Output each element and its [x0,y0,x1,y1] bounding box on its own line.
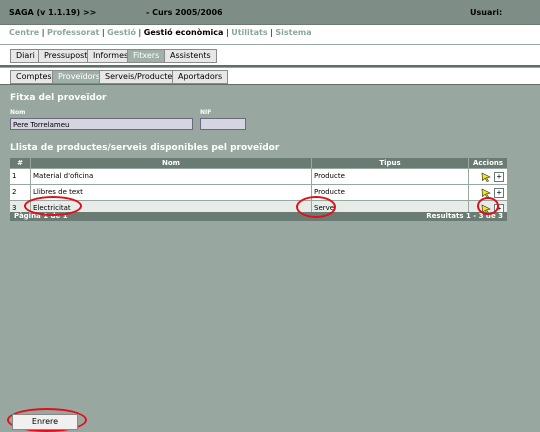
menu-item-centre[interactable]: Centre [9,28,39,37]
menu-item-sistema[interactable]: Sistema [275,28,311,37]
menu-line: Centre | Professorat | Gestió | Gestió e… [9,28,312,37]
tab-diari[interactable]: Diari [10,49,41,63]
highlight-circle [24,196,82,216]
course-label: - Curs 2005/2006 [146,8,223,17]
menu-item-gestio[interactable]: Gestió [107,28,136,37]
menu-item-utilitats[interactable]: Utilitats [231,28,267,37]
menu-item-professorat[interactable]: Professorat [47,28,99,37]
col-header-num: # [10,158,31,168]
edit-pointer-icon[interactable] [481,172,491,182]
back-button[interactable]: Enrere [12,414,78,430]
table-footer: Pàgina 1 de 1 Resultats 1 - 3 de 3 [10,212,507,221]
add-icon[interactable]: + [494,172,504,182]
highlight-circle [477,197,499,215]
tab-aportadors[interactable]: Aportadors [172,70,229,84]
tab-pressupost[interactable]: Pressupost [38,49,94,63]
provider-section-title: Fitxa del proveïdor [10,93,107,103]
nif-label: NIF [200,109,212,116]
tab-fitxers[interactable]: Fitxers [127,49,166,63]
row-actions: + [469,169,507,184]
row-name: Llibres de text [31,185,312,200]
name-field[interactable]: Pere Torrelameu [10,118,193,130]
main-tabs: Diari Pressupost Informes Fitxers Assist… [0,45,540,67]
tab-proveidors[interactable]: Proveïdors [52,70,106,84]
row-name: Material d'oficina [31,169,312,184]
list-section-title: Llista de productes/serveis disponibles … [10,143,280,153]
row-num: 1 [10,169,31,184]
menu-item-gestio-economica[interactable]: Gestió econòmica [144,28,224,37]
col-header-name: Nom [31,158,312,168]
highlight-circle [296,196,336,218]
table-row: 2 Llibres de text Producte + [10,185,507,201]
row-num: 2 [10,185,31,200]
col-header-actions: Accions [469,158,507,168]
tab-serveis-productes[interactable]: Serveis/Productes [99,70,183,84]
add-icon[interactable]: + [494,188,504,198]
app-title: SAGA (v 1.1.19) >> [9,8,97,17]
tab-assistents[interactable]: Assistents [164,49,217,63]
tab-comptes[interactable]: Comptes [10,70,58,84]
table-row: 1 Material d'oficina Producte + [10,169,507,185]
top-bar: SAGA (v 1.1.19) >> - Curs 2005/2006 Usua… [0,0,540,25]
col-header-type: Tipus [312,158,469,168]
name-label: Nom [10,109,26,116]
row-type: Producte [312,169,469,184]
nif-field[interactable] [200,118,246,130]
user-label: Usuari: [470,8,503,17]
sub-tabs: Comptes Proveïdors Serveis/Productes Apo… [0,68,540,85]
row-type: Producte [312,185,469,200]
menu-bar: Centre | Professorat | Gestió | Gestió e… [0,25,540,44]
